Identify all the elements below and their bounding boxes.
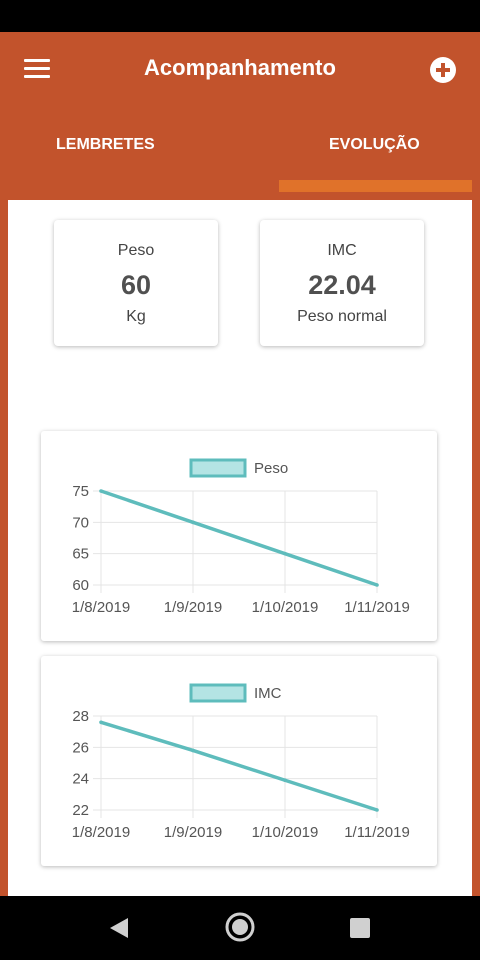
- home-circle-icon[interactable]: [224, 911, 256, 943]
- bmi-x-tick-label: 1/11/2019: [344, 824, 410, 841]
- weight-unit: Kg: [126, 308, 146, 325]
- weight-value: 60: [120, 270, 152, 300]
- active-tab-indicator: [279, 180, 472, 192]
- bmi-y-tick-label: 22: [72, 802, 89, 819]
- bmi-x-tick-label: 1/9/2019: [164, 824, 222, 841]
- weight-y-tick-label: 70: [72, 514, 89, 531]
- tab-evolucao[interactable]: EVOLUÇÃO: [329, 136, 420, 154]
- add-circle-icon[interactable]: [430, 57, 456, 83]
- weight-y-tick-label: 60: [72, 577, 89, 594]
- navigation-bar: [0, 896, 480, 960]
- weight-data-point: [99, 489, 103, 493]
- bmi-x-tick-label: 1/10/2019: [252, 824, 319, 841]
- weight-legend-swatch: [189, 458, 247, 478]
- weight-data-point: [191, 520, 195, 525]
- bmi-card: IMC 22.04 Peso normal: [260, 220, 424, 346]
- bmi-chart: IMC 28 26 24 22 1/8/2019 1/9/2019 1/10/2019 1/11…: [72, 683, 410, 841]
- bmi-legend-label: IMC: [254, 685, 282, 702]
- bmi-label: IMC: [327, 242, 357, 259]
- evolution-content: Peso 60 Kg IMC 22.04 Peso normal Peso 75 7…: [8, 200, 472, 896]
- bmi-value: 22.04: [308, 270, 376, 300]
- bmi-status: Peso normal: [297, 308, 387, 325]
- tab-lembretes[interactable]: LEMBRETES: [56, 136, 155, 154]
- weight-chart-card: Peso 75 70 65 60 1/8/2019 1/9/2019 1/10/2019 1/1…: [41, 431, 437, 641]
- recents-square-icon[interactable]: [349, 917, 371, 939]
- weight-x-tick-label: 1/8/2019: [72, 599, 130, 616]
- bmi-data-point: [99, 720, 103, 725]
- weight-chart: Peso 75 70 65 60 1/8/2019 1/9/2019 1/10/2019 1/1…: [72, 458, 410, 616]
- weight-data-point: [283, 551, 287, 556]
- bmi-y-tick-label: 24: [72, 771, 89, 788]
- weight-y-tick-label: 75: [72, 483, 89, 500]
- bmi-legend-swatch: [189, 683, 247, 703]
- bmi-data-point: [283, 778, 287, 783]
- weight-data-point: [375, 583, 379, 587]
- bmi-data-point: [191, 748, 195, 753]
- weight-x-tick-label: 1/11/2019: [344, 599, 410, 616]
- weight-series-line: [100, 489, 378, 587]
- weight-x-tick-label: 1/9/2019: [164, 599, 222, 616]
- weight-y-tick-label: 65: [72, 546, 89, 563]
- bmi-series-line: [100, 720, 378, 812]
- status-bar: [0, 0, 480, 32]
- weight-card: Peso 60 Kg: [54, 220, 218, 346]
- weight-label: Peso: [117, 242, 155, 259]
- page-title: Acompanhamento: [144, 55, 336, 80]
- weight-legend-label: Peso: [254, 460, 288, 477]
- bmi-chart-card: IMC 28 26 24 22 1/8/2019 1/9/2019 1/10/2019 1/11…: [41, 656, 437, 866]
- weight-x-tick-label: 1/10/2019: [252, 599, 319, 616]
- bmi-data-point: [375, 808, 379, 812]
- back-triangle-icon[interactable]: [108, 917, 130, 939]
- bmi-y-tick-label: 26: [72, 739, 89, 756]
- bmi-y-tick-label: 28: [72, 708, 89, 725]
- bmi-x-tick-label: 1/8/2019: [72, 824, 130, 841]
